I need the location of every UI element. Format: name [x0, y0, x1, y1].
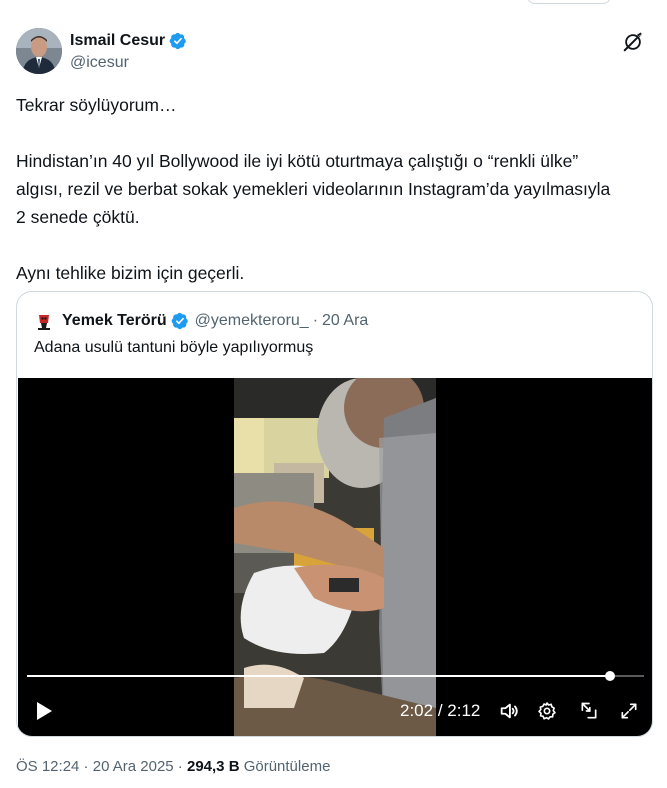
video-duration: 2:12 [447, 701, 481, 720]
quoted-author-name[interactable]: Yemek Terörü [62, 312, 167, 330]
video-current-time: 2:02 [400, 701, 434, 720]
view-count-label: Görüntüleme [239, 758, 331, 775]
author-avatar[interactable] [16, 28, 62, 74]
tweet-paragraph-2: Hindistan’ın 40 yıl Bollywood ile iyi kö… [16, 151, 611, 227]
tweet-header: Ismail Cesur @icesur [16, 28, 651, 76]
video-progress-fill [27, 675, 611, 677]
video-time-separator: / [433, 701, 448, 720]
video-progress-bar[interactable] [27, 671, 644, 681]
quoted-author-handle[interactable]: @yemekteroru_ [195, 312, 309, 330]
video-frame [234, 378, 436, 736]
fullscreen-icon[interactable] [613, 692, 645, 730]
quoted-tweet-header: Yemek Terörü @yemekteroru_ · 20 Ara [34, 309, 368, 333]
play-icon[interactable] [28, 692, 60, 730]
meta-separator: · [79, 758, 93, 775]
video-time: 2:02 / 2:12 [400, 701, 480, 721]
meta-separator: · [173, 758, 187, 775]
tweet-meta: ÖS 12:24 · 20 Ara 2025 · 294,3 B Görüntü… [16, 758, 330, 775]
view-count: 294,3 B [186, 758, 240, 775]
video-player[interactable]: 2:02 / 2:12 [18, 378, 652, 736]
quoted-tweet-card[interactable]: Yemek Terörü @yemekteroru_ · 20 Ara Adan… [16, 291, 653, 737]
tweet-date[interactable]: 20 Ara 2025 [93, 758, 174, 775]
top-partial-button[interactable] [527, 0, 611, 4]
quoted-date[interactable]: 20 Ara [322, 312, 368, 330]
quoted-verified-badge-icon [171, 312, 188, 330]
grok-icon[interactable] [619, 28, 647, 56]
quoted-dot-separator: · [312, 312, 319, 329]
tweet-time[interactable]: ÖS 12:24 [16, 758, 79, 775]
video-progress-handle[interactable] [605, 671, 616, 681]
settings-gear-icon[interactable] [531, 692, 563, 730]
verified-badge-icon [169, 32, 187, 50]
tweet-paragraph-3: Aynı tehlike bizim için geçerli. [16, 263, 245, 283]
volume-icon[interactable] [493, 692, 525, 730]
author-handle[interactable]: @icesur [70, 54, 187, 72]
author-name[interactable]: Ismail Cesur [70, 32, 165, 50]
tweet-text: Tekrar söylüyorum… Hindistan’ın 40 yıl B… [16, 91, 616, 287]
picture-in-picture-icon[interactable] [573, 692, 605, 730]
quoted-tweet-text: Adana usulü tantuni böyle yapılıyormuş [34, 339, 314, 356]
tweet-paragraph-1: Tekrar söylüyorum… [16, 95, 177, 115]
video-controls: 2:02 / 2:12 [18, 692, 652, 730]
quoted-avatar[interactable] [34, 311, 54, 331]
